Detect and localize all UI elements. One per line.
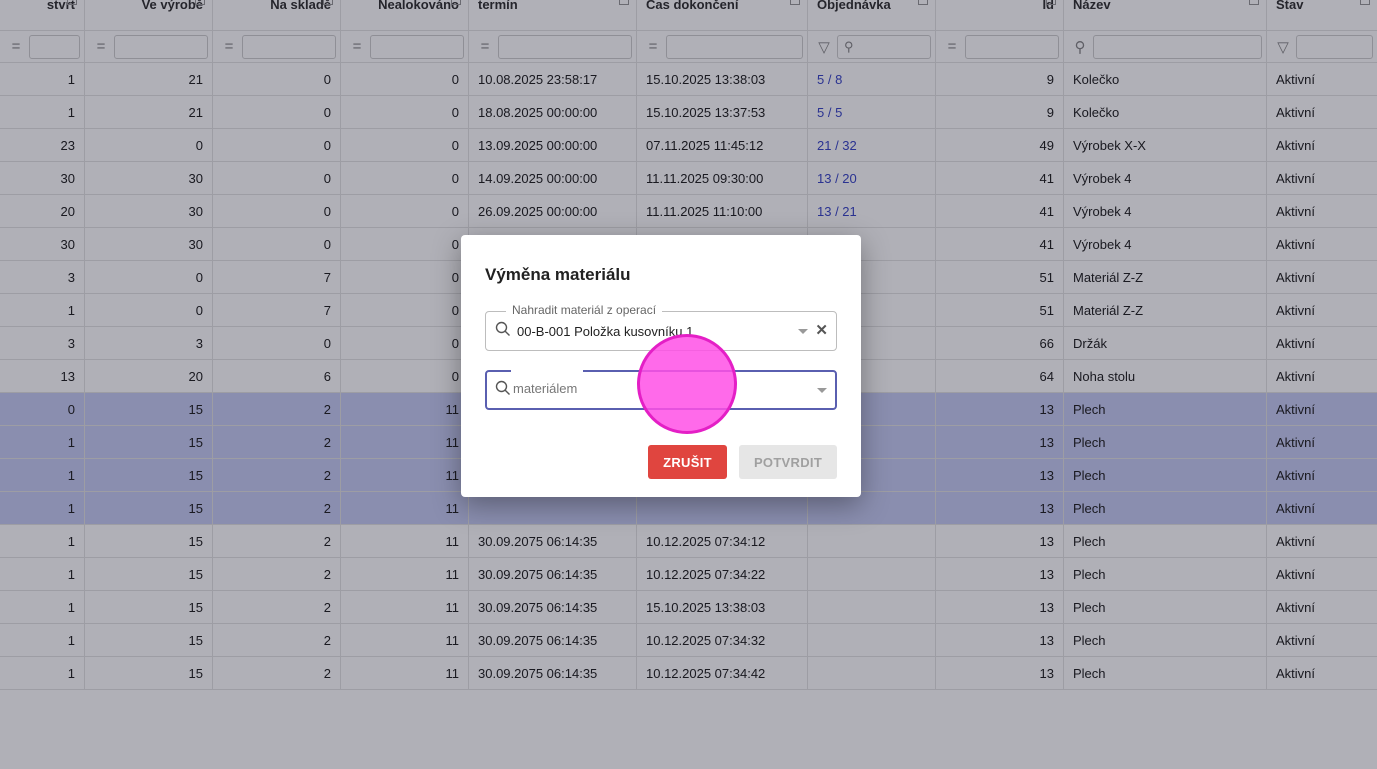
replace-material-value: 00-B-001 Položka kusovníku 1 [517,324,694,339]
close-icon[interactable]: ✕ [815,322,828,340]
chevron-down-icon[interactable] [798,329,808,334]
search-icon [495,321,510,336]
with-material-placeholder: materiálem [513,381,578,396]
search-icon [495,380,510,395]
dialog-title: Výměna materiálu [485,265,631,284]
label-notch [511,369,583,373]
touch-indicator [637,334,737,434]
chevron-down-icon[interactable] [817,388,827,393]
confirm-button[interactable]: POTVRDIT [739,445,837,479]
cancel-button[interactable]: ZRUŠIT [648,445,727,479]
replace-material-label: Nahradit materiál z operací [506,303,663,317]
